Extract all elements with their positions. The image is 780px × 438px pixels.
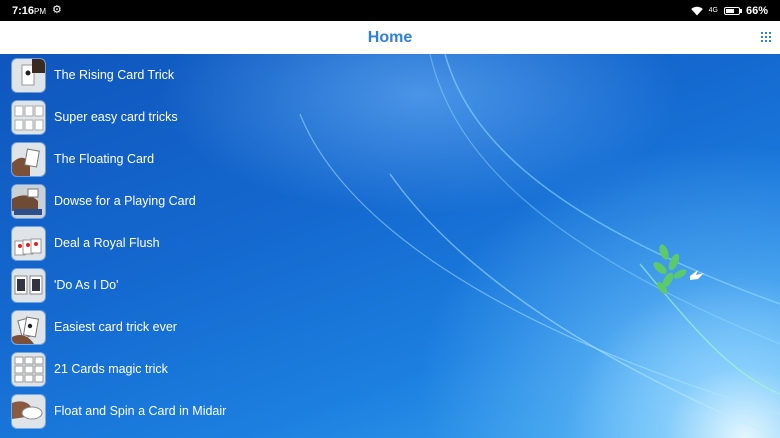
- trick-label: Float and Spin a Card in Midair: [54, 404, 227, 418]
- status-ampm: PM: [34, 6, 47, 16]
- two-decks-thumbnail: [12, 268, 45, 302]
- trick-label: The Rising Card Trick: [54, 68, 175, 82]
- network-type-label: 4G: [708, 7, 718, 14]
- trick-item-easiest[interactable]: Easiest card trick ever: [0, 306, 780, 348]
- rising-card-thumbnail: [12, 58, 45, 92]
- grid-icon[interactable]: [761, 32, 771, 42]
- trick-label: 'Do As I Do': [54, 278, 119, 292]
- status-time: 7:16PM: [12, 4, 47, 17]
- trick-item-floating-card[interactable]: The Floating Card: [0, 138, 780, 180]
- trick-item-do-as-i-do[interactable]: 'Do As I Do': [0, 264, 780, 306]
- trick-item-super-easy[interactable]: Super easy card tricks: [0, 96, 780, 138]
- sync-settings-icon: ⚙: [52, 4, 62, 16]
- home-content: The Rising Card Trick Super easy card tr…: [0, 54, 780, 438]
- app-bar: Home: [0, 21, 780, 54]
- trick-label: 21 Cards magic trick: [54, 362, 168, 376]
- trick-label: Easiest card trick ever: [54, 320, 177, 334]
- trick-item-float-spin[interactable]: Float and Spin a Card in Midair: [0, 390, 780, 432]
- trick-list: The Rising Card Trick Super easy card tr…: [0, 54, 780, 432]
- trick-label: The Floating Card: [54, 152, 155, 166]
- status-right: 4G 66%: [690, 4, 768, 17]
- trick-label: Super easy card tricks: [54, 110, 178, 124]
- floating-card-thumbnail: [12, 142, 45, 176]
- trick-item-dowse[interactable]: Dowse for a Playing Card: [0, 180, 780, 222]
- trick-item-rising-card[interactable]: The Rising Card Trick: [0, 54, 780, 96]
- card-fan-thumbnail: [12, 310, 45, 344]
- card-grid-thumbnail: [12, 352, 45, 386]
- battery-icon: [723, 6, 742, 15]
- spin-card-thumbnail: [12, 394, 45, 428]
- trick-item-21-cards[interactable]: 21 Cards magic trick: [0, 348, 780, 390]
- card-rows-thumbnail: [12, 100, 45, 134]
- trick-label: Dowse for a Playing Card: [54, 194, 196, 208]
- royal-flush-thumbnail: [12, 226, 45, 260]
- status-left: 7:16PM ⚙: [12, 5, 62, 17]
- wifi-icon: [690, 6, 703, 15]
- page-title: Home: [367, 28, 413, 46]
- status-bar: 7:16PM ⚙ 4G 66%: [0, 0, 780, 21]
- dowse-card-thumbnail: [12, 184, 45, 218]
- trick-label: Deal a Royal Flush: [54, 236, 160, 250]
- battery-percentage: 66%: [745, 4, 768, 17]
- trick-item-royal-flush[interactable]: Deal a Royal Flush: [0, 222, 780, 264]
